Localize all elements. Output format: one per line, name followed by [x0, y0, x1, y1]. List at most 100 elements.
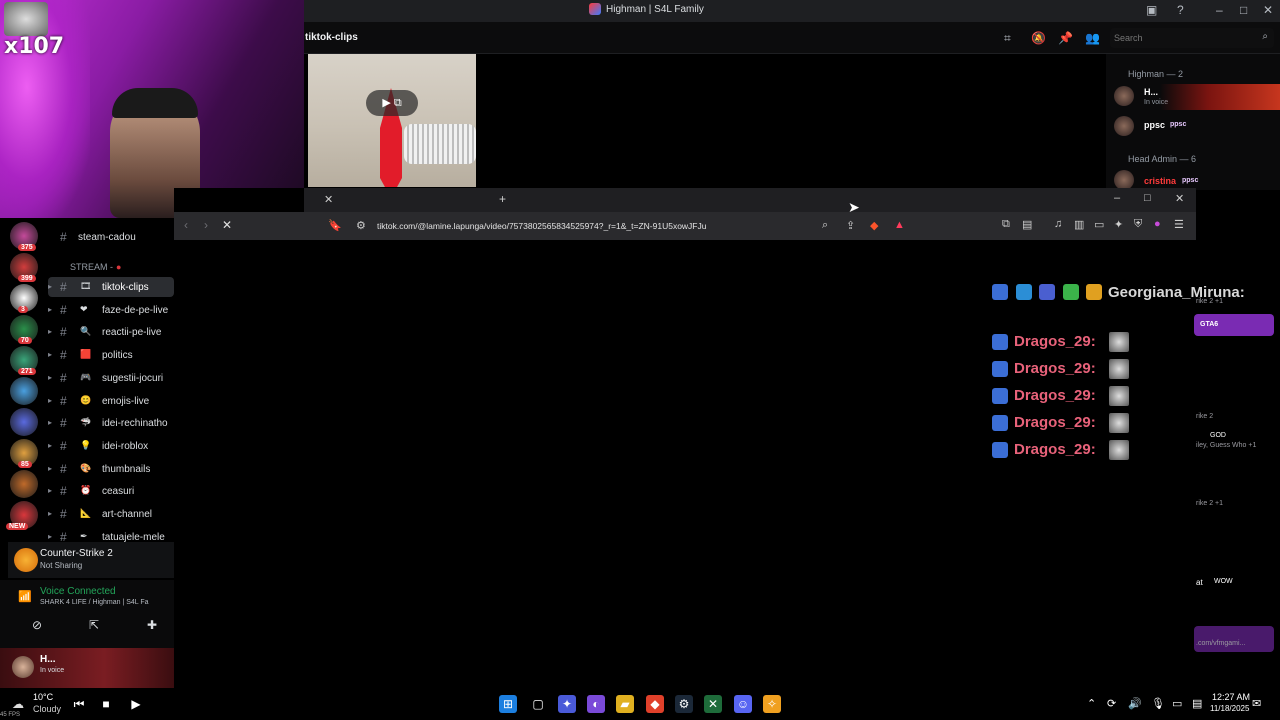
activities-icon[interactable]: ✚ — [147, 618, 157, 632]
channel-emoji: 🟥 — [80, 349, 92, 360]
close-button[interactable]: ✕ — [1263, 3, 1273, 17]
copilot-icon[interactable]: ✦ — [558, 695, 576, 713]
microphone-icon[interactable]: 🎙 — [1151, 697, 1165, 710]
weather-temp: 10°C — [33, 692, 54, 702]
chat-message: Dragos_29: — [992, 440, 1132, 462]
channel-steam-cadou[interactable]: # steam-cadou — [48, 227, 174, 247]
wallet-icon[interactable]: ▭ — [1094, 218, 1104, 231]
brave-rewards-icon[interactable]: ▲ — [894, 219, 905, 231]
inbox-icon[interactable]: ▣ — [1146, 3, 1157, 17]
hash-icon: # — [60, 302, 67, 317]
brave-shields-icon[interactable]: ◆ — [870, 219, 878, 232]
terminal-icon[interactable]: ✕ — [704, 695, 722, 713]
member-name[interactable]: ppsc — [1144, 120, 1165, 130]
media-play-icon[interactable]: ▶ — [127, 695, 145, 713]
channel-ceasuri[interactable]: ▸ # ⏰ ceasuri — [48, 481, 174, 501]
category-stream[interactable]: STREAM - — [70, 262, 113, 272]
notification-icon[interactable]: ✉ — [1252, 697, 1261, 710]
pin-icon[interactable]: 📌 — [1058, 31, 1073, 45]
channel-thumbnails[interactable]: ▸ # 🎨 thumbnails — [48, 459, 174, 479]
screen-share-icon[interactable]: ⇱ — [89, 618, 99, 632]
channel-idei-rechinatho[interactable]: ▸ # 🦈 idei-rechinatho — [48, 413, 174, 433]
new-tab-button[interactable]: + — [499, 192, 506, 206]
video-off-icon[interactable]: ⊘ — [32, 618, 42, 632]
channel-reactii-pe-live[interactable]: ▸ # 🔍 reactii-pe-live — [48, 322, 174, 342]
leo-icon[interactable]: ✦ — [1114, 218, 1123, 231]
emote-image — [1109, 386, 1129, 406]
browser-close-button[interactable]: ✕ — [1175, 192, 1184, 205]
media-stop-icon[interactable]: ■ — [97, 695, 115, 713]
file-explorer-icon[interactable]: ▰ — [616, 695, 634, 713]
channel-idei-roblox[interactable]: ▸ # 💡 idei-roblox — [48, 436, 174, 456]
stop-loading-icon[interactable]: ✕ — [222, 218, 232, 232]
maximize-button[interactable]: □ — [1240, 3, 1247, 17]
extensions-icon[interactable]: ⧉ — [1002, 218, 1010, 231]
fragment-text: at — [1196, 578, 1203, 587]
member-name[interactable]: cristina — [1144, 176, 1176, 186]
network-icon[interactable]: ⟳ — [1107, 697, 1116, 710]
server-icon[interactable] — [10, 408, 38, 436]
brave-browser-icon[interactable]: ◆ — [646, 695, 664, 713]
channel-emoji: 🎨 — [80, 462, 92, 473]
server-icon[interactable] — [10, 377, 38, 405]
url-text[interactable]: tiktok.com/@lamine.lapunga/video/7573802… — [377, 221, 706, 231]
channel-art-channel[interactable]: ▸ # 📐 art-channel — [48, 504, 174, 524]
avatar[interactable] — [1114, 116, 1134, 136]
tab-close-icon[interactable]: ✕ — [324, 193, 333, 206]
avatar[interactable] — [1114, 86, 1134, 106]
media-prev-icon[interactable]: ⏮ — [70, 695, 88, 713]
channel-politics[interactable]: ▸ # 🟥 politics — [48, 345, 174, 365]
help-icon[interactable]: ? — [1177, 3, 1184, 17]
volume-icon[interactable]: 🔊 — [1128, 697, 1142, 710]
media-icon[interactable]: ♫ — [1054, 218, 1062, 230]
activity-panel[interactable]: Counter-Strike 2 Not Sharing — [8, 542, 174, 578]
channel-faze-de-pe-live[interactable]: ▸ # ❤ faze-de-pe-live — [48, 300, 174, 320]
vpn-icon[interactable]: ⛨ — [1134, 218, 1142, 231]
site-settings-icon[interactable]: ⚙ — [356, 219, 366, 232]
assistant-icon[interactable]: ◐ — [587, 695, 605, 713]
search-box[interactable]: ⌕ — [1110, 28, 1274, 48]
reader-icon[interactable]: ▤ — [1022, 218, 1032, 231]
back-icon[interactable]: ‹ — [184, 218, 188, 232]
member-list-icon[interactable]: 👥 — [1085, 31, 1100, 45]
menu-icon[interactable]: ☰ — [1174, 218, 1184, 231]
channel-emoji: 📐 — [80, 508, 92, 518]
zoom-icon[interactable]: ⌕ — [822, 219, 828, 232]
browser-minimize-button[interactable]: – — [1114, 192, 1120, 204]
play-icon[interactable]: ▶ ⧉ — [366, 90, 418, 116]
start-icon[interactable]: ⊞ — [499, 695, 517, 713]
share-icon[interactable]: ⇪ — [846, 219, 855, 232]
search-input[interactable] — [1114, 31, 1244, 45]
channel-sugestii-jocuri[interactable]: ▸ # 🎮 sugestii-jocuri — [48, 368, 174, 388]
channel-tiktok-clips[interactable]: ▸ # 🎞 tiktok-clips — [48, 277, 174, 297]
user-panel[interactable]: H... In voice — [0, 648, 174, 688]
minimize-button[interactable]: – — [1216, 3, 1223, 17]
voice-location[interactable]: SHARK 4 LIFE / Highman | S4L Fa — [40, 599, 149, 606]
display-icon[interactable]: ▭ — [1172, 697, 1182, 710]
browser-maximize-button[interactable]: □ — [1144, 192, 1151, 204]
tray-overflow-icon[interactable]: ⌃ — [1087, 697, 1096, 710]
address-bar[interactable]: 🔖 ⚙ tiktok.com/@lamine.lapunga/video/757… — [326, 215, 938, 237]
chat-username: Dragos_29: — [1014, 387, 1096, 404]
task-view-icon[interactable]: ▢ — [529, 695, 547, 713]
server-icon[interactable] — [10, 470, 38, 498]
steam-icon[interactable]: ⚙ — [675, 695, 693, 713]
member-name[interactable]: H... — [1144, 87, 1158, 97]
channel-emojis-live[interactable]: ▸ # 😊 emojis-live — [48, 391, 174, 411]
avatar[interactable] — [12, 656, 34, 678]
video-embed-thumbnail[interactable]: ▶ ⧉ — [308, 54, 476, 187]
forward-icon[interactable]: › — [204, 218, 208, 232]
profile-icon[interactable]: ● — [1154, 218, 1161, 230]
voice-status[interactable]: Voice Connected — [40, 586, 116, 597]
viewer-count-badge: x107 — [4, 34, 65, 59]
notifications-icon[interactable]: 🔕 — [1031, 31, 1046, 45]
counter-strike-taskbar-icon[interactable]: ✧ — [763, 695, 781, 713]
chat-icon[interactable]: ▤ — [1192, 697, 1202, 710]
app-logo-icon — [589, 3, 601, 15]
discord-icon[interactable]: ☺ — [734, 695, 752, 713]
bookmark-icon[interactable]: 🔖 — [328, 219, 342, 232]
fps-counter: 45 FPS — [0, 712, 21, 718]
threads-icon[interactable]: ⌗ — [1004, 31, 1011, 46]
sidebar-icon[interactable]: ▥ — [1074, 218, 1084, 231]
avatar[interactable] — [1114, 170, 1134, 190]
